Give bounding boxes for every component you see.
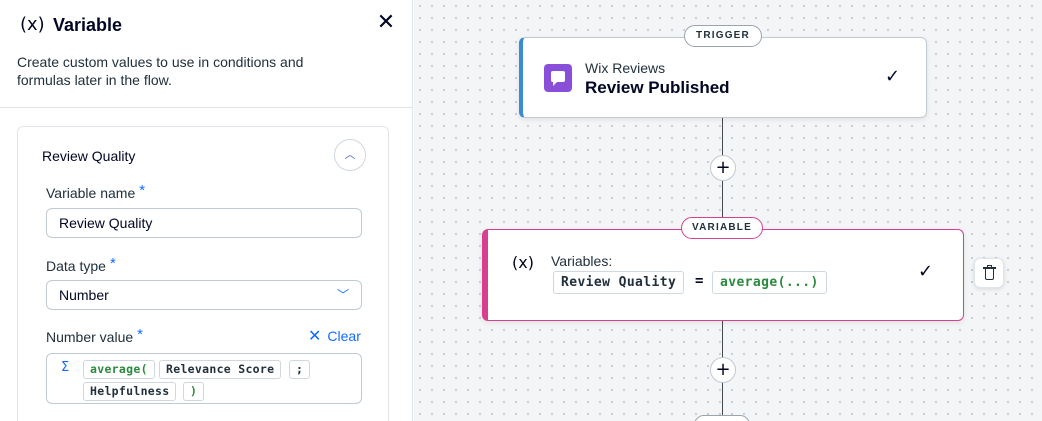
required-marker: *: [137, 326, 143, 343]
add-step-button[interactable]: +: [710, 357, 736, 383]
chevron-down-icon: ﹀: [336, 288, 349, 302]
panel-header: (x) Variable ✕ Create custom values to u…: [0, 0, 412, 108]
next-node-badge: [694, 415, 750, 421]
formula-token-variable[interactable]: Helpfulness: [83, 382, 177, 401]
clear-label: Clear: [327, 328, 361, 344]
sigma-icon: Σ: [61, 360, 70, 375]
close-icon[interactable]: ✕: [376, 12, 396, 34]
delete-step-button[interactable]: [974, 258, 1004, 288]
trigger-node[interactable]: Wix Reviews Review Published ✓: [519, 37, 927, 118]
panel-title: Variable: [53, 15, 123, 35]
check-icon: ✓: [918, 261, 934, 282]
formula-token-function[interactable]: average(: [83, 360, 155, 379]
trigger-badge: TRIGGER: [684, 25, 762, 47]
variable-name-chip: Review Quality: [553, 271, 685, 294]
variable-icon: (x): [20, 14, 45, 35]
variable-panel: (x) Variable ✕ Create custom values to u…: [0, 0, 413, 421]
variable-badge: VARIABLE: [681, 217, 763, 239]
chevron-up-icon[interactable]: ︿: [334, 139, 366, 171]
wix-reviews-icon: [544, 64, 572, 92]
variable-name-label: Variable name *: [46, 182, 146, 203]
flow-canvas[interactable]: Wix Reviews Review Published ✓ TRIGGER +…: [414, 0, 1042, 421]
clear-button[interactable]: ✕ Clear: [308, 327, 361, 345]
number-value-label-text: Number value: [46, 329, 134, 345]
formula-token-close-paren[interactable]: ): [183, 382, 205, 401]
variable-node[interactable]: (x) Variables: Review Quality = average(…: [482, 229, 964, 321]
data-type-label-text: Data type: [46, 258, 106, 274]
variable-name-input[interactable]: Review Quality: [46, 208, 362, 238]
add-step-button[interactable]: +: [710, 155, 736, 181]
data-type-select[interactable]: Number ﹀: [46, 280, 362, 310]
data-type-value: Number: [59, 287, 109, 303]
formula-input[interactable]: Σ average( Relevance Score ; Helpfulness…: [46, 353, 362, 404]
formula-token-variable[interactable]: Relevance Score: [159, 360, 282, 379]
card-title: Review Quality: [42, 148, 136, 164]
variable-icon: (x): [512, 253, 534, 272]
panel-description: Create custom values to use in condition…: [17, 54, 304, 88]
required-marker: *: [109, 255, 116, 272]
close-icon: ✕: [308, 326, 322, 345]
number-value-label: Number value *: [46, 326, 143, 347]
variable-card: Review Quality ︿ Variable name * Review Q…: [17, 126, 389, 421]
variable-value-chip: average(...): [712, 271, 827, 294]
data-type-label: Data type *: [46, 255, 116, 276]
check-icon: ✓: [885, 66, 901, 87]
trigger-event-name: Review Published: [585, 78, 730, 97]
required-marker: *: [139, 182, 146, 199]
variable-name-label-text: Variable name: [46, 185, 136, 201]
equals-sign: =: [695, 273, 704, 289]
variables-label: Variables:: [551, 253, 613, 269]
trigger-app-name: Wix Reviews: [585, 60, 666, 76]
formula-token-separator[interactable]: ;: [289, 360, 311, 379]
